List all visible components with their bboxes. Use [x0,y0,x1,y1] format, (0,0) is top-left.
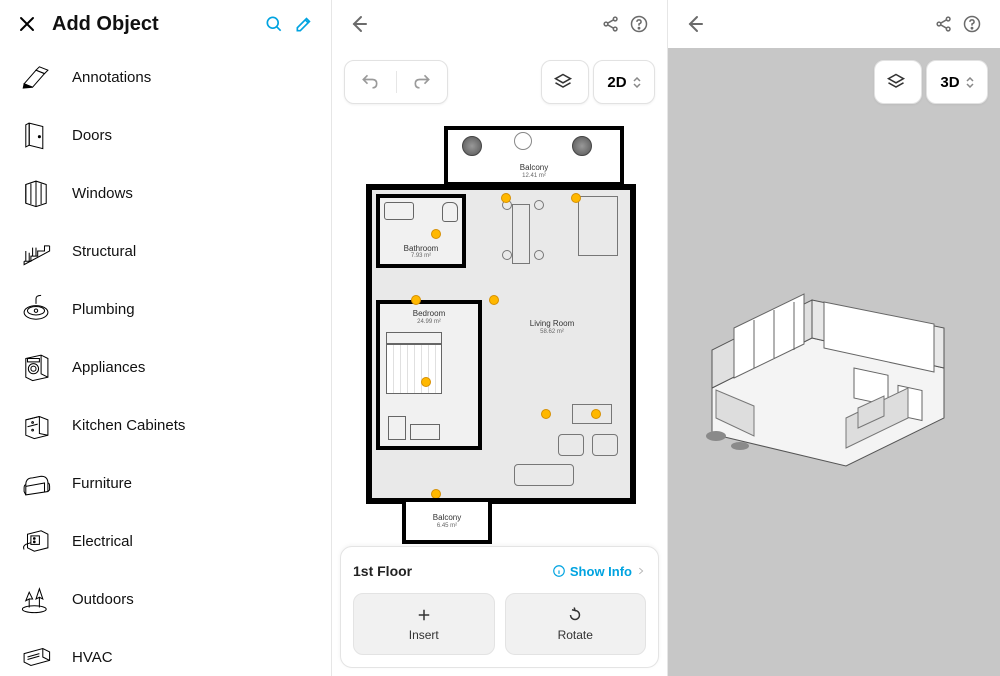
plumbing-icon [16,290,56,328]
category-furniture[interactable]: Furniture [0,454,331,512]
layers-button[interactable] [541,60,589,104]
appliances-icon [16,348,56,386]
iso-render [694,238,974,468]
hvac-icon [16,638,56,676]
search-button[interactable] [259,14,289,34]
redo-button[interactable] [396,72,447,92]
category-label: Outdoors [72,591,134,608]
undo-redo-toolbar [344,60,448,104]
share-button[interactable] [930,14,958,34]
insert-button[interactable]: Insert [353,593,495,655]
floor-label: 1st Floor [353,563,552,579]
annotations-icon [16,58,56,96]
outdoors-icon [16,580,56,618]
category-label: Furniture [72,475,132,492]
kitchen-cabinets-icon [16,406,56,444]
floorplan-canvas-3d[interactable]: 3D [668,48,1000,676]
category-label: Appliances [72,359,145,376]
floorplan-canvas-2d[interactable]: 2D Balcony12.41 m² Bathroom7.93 m² [332,48,667,676]
help-button[interactable] [958,14,986,34]
category-kitchen-cabinets[interactable]: Kitchen Cabinets [0,396,331,454]
structural-icon [16,232,56,270]
category-doors[interactable]: Doors [0,106,331,164]
category-label: Structural [72,243,136,260]
panel-title: Add Object [52,13,259,36]
view-mode-label: 2D [607,74,626,91]
category-label: HVAC [72,649,113,666]
category-electrical[interactable]: Electrical [0,512,331,570]
help-button[interactable] [625,14,653,34]
view-mode-label: 3D [940,74,959,91]
category-label: Electrical [72,533,133,550]
floorplan-2d-panel: 2D Balcony12.41 m² Bathroom7.93 m² [332,0,668,676]
category-label: Plumbing [72,301,135,318]
bottom-sheet: 1st Floor Show Info Insert Rotate [340,546,659,668]
category-plumbing[interactable]: Plumbing [0,280,331,338]
insert-label: Insert [409,628,439,642]
furniture-icon [16,464,56,502]
floorplan-drawing: Balcony12.41 m² Bathroom7.93 m² Bedroom2… [366,126,636,546]
view-mode-toggle[interactable]: 3D [926,60,988,104]
back-button[interactable] [346,12,370,36]
category-label: Kitchen Cabinets [72,417,185,434]
close-button[interactable] [16,13,38,35]
add-object-panel: Add Object Annotations Doors [0,0,332,676]
category-label: Annotations [72,69,151,86]
electrical-icon [16,522,56,560]
show-info-button[interactable]: Show Info [552,564,646,579]
floorplan-3d-panel: 3D [668,0,1000,676]
rotate-label: Rotate [558,628,593,642]
edit-button[interactable] [289,14,319,34]
category-structural[interactable]: Structural [0,222,331,280]
category-appliances[interactable]: Appliances [0,338,331,396]
category-label: Windows [72,185,133,202]
category-annotations[interactable]: Annotations [0,48,331,106]
view-mode-toggle[interactable]: 2D [593,60,655,104]
show-info-label: Show Info [570,564,632,579]
undo-button[interactable] [345,72,396,92]
windows-icon [16,174,56,212]
category-hvac[interactable]: HVAC [0,628,331,676]
layers-button[interactable] [874,60,922,104]
rotate-button[interactable]: Rotate [505,593,647,655]
category-windows[interactable]: Windows [0,164,331,222]
doors-icon [16,116,56,154]
category-outdoors[interactable]: Outdoors [0,570,331,628]
share-button[interactable] [597,14,625,34]
back-button[interactable] [682,12,706,36]
category-label: Doors [72,127,112,144]
